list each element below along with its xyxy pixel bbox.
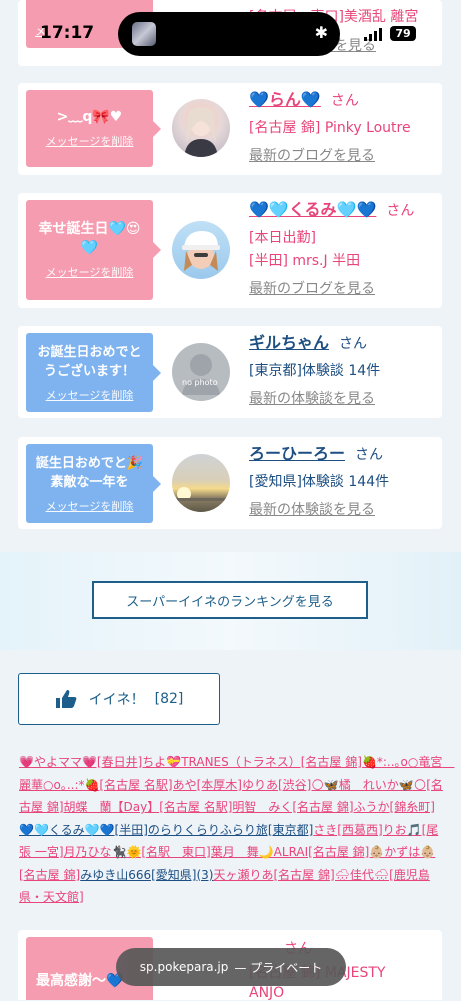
message-card-3: お誕生日おめでとうございます！ メッセージを削除 no photo ギルちゃんさ… (18, 326, 442, 418)
iine-label: イイネ！ (88, 692, 145, 708)
card-info: 💙🩵くるみ🩵💙 さん [本日出勤] [半田] mrs.J 半田 最新のブログを見る (249, 198, 436, 301)
message-bubble: >﹏q🎀♥ メッセージを削除 (26, 90, 161, 167)
message-text: >﹏q🎀♥ (56, 109, 123, 125)
latest-blog-link[interactable]: 最新のブログを見る (249, 278, 436, 301)
url-domain: sp.pokepara.jp (139, 960, 229, 974)
iine-user-link[interactable]: のらりくらりふらり旅[東京都] (148, 823, 313, 837)
san-label: さん (330, 93, 359, 109)
review-count: [東京都]体験談 14件 (249, 363, 381, 379)
message-bubble: 幸せ誕生日🩵😍🩵 メッセージを削除 (26, 200, 161, 300)
url-bar[interactable]: sp.pokepara.jp — プライベート (116, 948, 346, 986)
iine-user-link[interactable]: 💗やよママ💗[春日井]ちよ💝TRANES（トラネス）[名古屋 錦] (19, 755, 362, 769)
card-info: 💙らん💙 さん [名古屋 錦] Pinky Loutre 最新のブログを見る (249, 88, 436, 168)
no-photo-label: no photo (182, 378, 218, 387)
iine-user-link[interactable]: みゆき山666[愛知県](3) (80, 868, 213, 882)
avatar[interactable]: no photo (172, 343, 230, 401)
dynamic-island: ✱ (118, 12, 340, 56)
clock: 17:17 (40, 23, 95, 43)
iine-button[interactable]: イイネ！ [82] (18, 673, 220, 725)
iine-count: [82] (154, 691, 184, 707)
san-label: さん (339, 336, 368, 352)
delete-message-link[interactable]: メッセージを削除 (46, 133, 134, 149)
delete-message-link[interactable]: メッセージを削除 (46, 498, 134, 514)
card-info: ろーひーろー さん [愛知県]体験談 144件 最新の体験談を見る (249, 442, 436, 522)
avatar[interactable] (172, 99, 230, 157)
woman-cap-photo-icon (182, 231, 220, 271)
album-art-icon (132, 22, 156, 46)
bottom-shop-2[interactable]: ANJO (249, 985, 284, 1001)
message-bubble: 誕生日おめでと🎉素敵な一年を メッセージを削除 (26, 444, 161, 523)
attendance-line: [本日出勤] (249, 230, 316, 246)
message-text: 幸せ誕生日🩵😍🩵 (38, 221, 141, 256)
iine-user-link[interactable]: 💙🩵くるみ🩵💙[半田] (19, 823, 148, 837)
avatar[interactable] (172, 221, 230, 279)
status-bar: 17:17 ✱ 79 (0, 0, 461, 66)
shop-line[interactable]: [名古屋 錦] Pinky Loutre (249, 117, 436, 140)
bluetooth-icon: ✱ (314, 23, 328, 42)
delete-message-link[interactable]: メッセージを削除 (46, 264, 134, 280)
iine-user-list: 💗やよママ💗[春日井]ちよ💝TRANES（トラネス）[名古屋 錦]🍓*:..｡o… (19, 751, 454, 909)
card-info: ギルちゃん さん [東京都]体験談 14件 最新の体験談を見る (249, 331, 436, 411)
message-card-1: >﹏q🎀♥ メッセージを削除 💙らん💙 さん [名古屋 錦] Pinky Lout… (18, 83, 442, 175)
review-count: [愛知県]体験談 144件 (249, 474, 390, 490)
san-label: さん (386, 203, 415, 219)
user-name-link[interactable]: ろーひーろー (249, 444, 345, 463)
sunset-photo-icon (172, 487, 230, 501)
message-card-4: 誕生日おめでと🎉素敵な一年を メッセージを削除 ろーひーろー さん [愛知県]体験… (18, 437, 442, 529)
latest-review-link[interactable]: 最新の体験談を見る (249, 499, 436, 522)
avatar[interactable] (172, 454, 230, 512)
woman-photo-icon (184, 107, 218, 157)
user-name-link[interactable]: ギルちゃん (249, 333, 329, 352)
battery-icon: 79 (390, 26, 416, 41)
message-card-2: 幸せ誕生日🩵😍🩵 メッセージを削除 💙🩵くるみ🩵💙 さん [本日出勤] [半田] … (18, 193, 442, 308)
user-name-link[interactable]: 💙らん💙 (249, 90, 321, 109)
latest-blog-link[interactable]: 最新のブログを見る (249, 145, 436, 168)
delete-message-link[interactable]: メッセージを削除 (46, 387, 134, 403)
message-text: 誕生日おめでと🎉素敵な一年を (35, 455, 144, 490)
super-iine-ranking-button[interactable]: スーパーイイネのランキングを見る (92, 581, 368, 619)
latest-review-link[interactable]: 最新の体験談を見る (249, 388, 436, 411)
private-mode-label: — プライベート (234, 960, 323, 975)
thumbs-up-icon (55, 690, 77, 708)
no-photo-icon (182, 354, 220, 395)
message-bubble: お誕生日おめでとうございます！ メッセージを削除 (26, 333, 161, 412)
battery-level: 79 (395, 27, 411, 40)
shop-line[interactable]: [半田] mrs.J 半田 (249, 250, 436, 273)
bottom-message: 最高感謝〜💙 (36, 973, 124, 989)
user-name-link[interactable]: 💙🩵くるみ🩵💙 (249, 200, 376, 219)
ranking-button-label: スーパーイイネのランキングを見る (126, 594, 334, 610)
signal-icon (364, 28, 382, 41)
san-label: さん (355, 447, 384, 463)
message-text: お誕生日おめでとうございます！ (37, 344, 142, 379)
